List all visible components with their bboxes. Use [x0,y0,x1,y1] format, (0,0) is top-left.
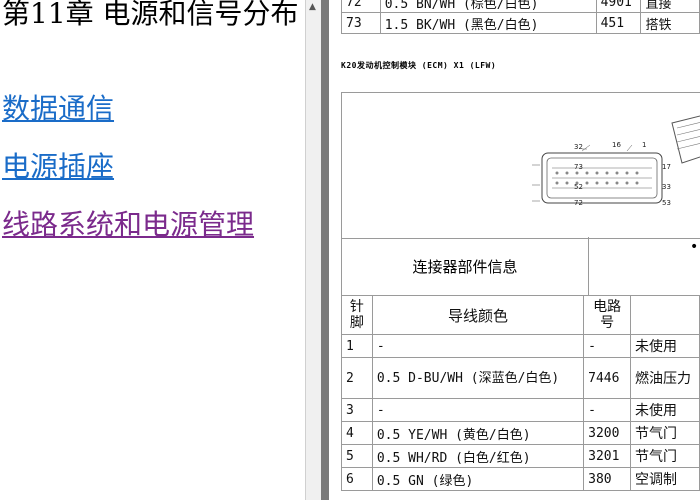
nav-link-power-outlet[interactable]: 电源插座 [2,150,114,184]
scroll-up-arrow-icon[interactable]: ▲ [309,2,316,12]
document-pane: 72 0.5 BN/WH (棕色/白色) 4901 直接 73 1.5 BK/W… [329,0,700,500]
wire-cell: 0.5 D-BU/WH (深蓝色/白色) [371,357,585,399]
header-wire-color: 导线颜色 [371,295,585,335]
circuit-cell: - [583,334,632,358]
pin-label: 72 [574,199,583,207]
nav-link-wiring-power-management[interactable]: 线路系统和电源管理 [2,208,254,242]
pin-label: 17 [662,163,671,171]
header-pin: 针脚 [341,295,373,335]
function-cell: 未使用 [630,398,700,422]
pin-label: 52 [574,183,583,191]
function-cell: 直接 [640,0,700,13]
function-cell: 节气门 [630,444,700,468]
function-cell: 节气门 [630,421,700,445]
circuit-cell: 380 [583,467,632,491]
pin-cell: 2 [341,357,373,399]
continued-table: 72 0.5 BN/WH (棕色/白色) 4901 直接 73 1.5 BK/W… [341,0,700,34]
vertical-scrollbar[interactable]: ▲ [305,0,322,500]
pin-label: 53 [662,199,671,207]
pin-cell: 4 [341,421,373,445]
table-row: 72 0.5 BN/WH (棕色/白色) 4901 直接 [341,0,700,13]
table-row: 1 - - 未使用 [341,334,700,358]
header-function [630,295,700,335]
table-row: 6 0.5 GN (绿色) 380 空调制 [341,467,700,491]
pinout-table: 针脚 导线颜色 电路号 1 - - 未使用 2 0.5 D-BU/WH (深蓝色… [341,295,700,491]
wire-cell: 0.5 BN/WH (棕色/白色) [379,0,597,13]
pin-label: 33 [662,183,671,191]
function-cell: 燃油压力 [630,357,700,399]
circuit-cell: - [583,398,632,422]
circuit-cell: 451 [595,12,642,34]
table-row: 4 0.5 YE/WH (黄色/白色) 3200 节气门 [341,421,700,445]
circuit-cell: 3200 [583,421,632,445]
pin-cell: 1 [341,334,373,358]
connector-drawing-icon: 32 16 1 73 52 72 17 33 53 [532,115,700,207]
table-row: 3 - - 未使用 [341,398,700,422]
chapter-title: 第11章 电源和信号分布 [2,0,299,30]
section-title: K20发动机控制模块 (ECM) X1 (LFW) [341,61,497,70]
pin-label: 32 [574,143,583,151]
pin-cell: 5 [341,444,373,468]
header-circuit: 电路号 [583,295,632,335]
table-row: 73 1.5 BK/WH (黑色/白色) 451 搭铁 [341,12,700,34]
wire-cell: 1.5 BK/WH (黑色/白色) [379,12,597,34]
connector-diagram: 32 16 1 73 52 72 17 33 53 [341,92,700,239]
function-cell: 搭铁 [640,12,700,34]
wire-cell: - [371,334,585,358]
circuit-cell: 4901 [595,0,642,13]
function-cell: 未使用 [630,334,700,358]
pane-splitter[interactable] [321,0,329,500]
bullet-icon: • [690,239,699,255]
connector-info-label: 连接器部件信息 [342,237,589,295]
circuit-cell: 3201 [583,444,632,468]
pin-label: 1 [642,141,646,149]
wire-cell: 0.5 GN (绿色) [371,467,585,491]
table-row: 2 0.5 D-BU/WH (深蓝色/白色) 7446 燃油压力 [341,357,700,399]
pin-cell: 72 [341,0,381,13]
function-cell: 空调制 [630,467,700,491]
wire-cell: 0.5 YE/WH (黄色/白色) [371,421,585,445]
table-header-row: 针脚 导线颜色 电路号 [341,295,700,335]
nav-link-data-communication[interactable]: 数据通信 [2,92,114,126]
pin-cell: 6 [341,467,373,491]
pin-cell: 73 [341,12,381,34]
table-row: 5 0.5 WH/RD (白色/红色) 3201 节气门 [341,444,700,468]
pin-label: 16 [612,141,621,149]
connector-info-row: 连接器部件信息 • [341,237,700,296]
pin-cell: 3 [341,398,373,422]
pin-label: 73 [574,163,583,171]
wire-cell: - [371,398,585,422]
circuit-cell: 7446 [583,357,632,399]
navigation-pane: 第11章 电源和信号分布 数据通信 电源插座 线路系统和电源管理 [0,0,305,500]
wire-cell: 0.5 WH/RD (白色/红色) [371,444,585,468]
